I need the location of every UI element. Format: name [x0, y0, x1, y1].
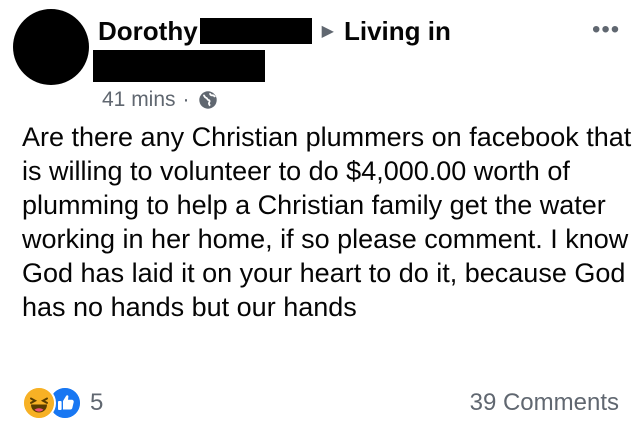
avatar[interactable] [13, 9, 89, 85]
arrow-right-icon: ▶ [321, 23, 334, 40]
author-name[interactable]: Dorothy [98, 14, 198, 48]
comments-count-link[interactable]: 39 Comments [470, 386, 619, 420]
reaction-count: 5 [90, 389, 104, 416]
more-options-icon[interactable]: ••• [592, 16, 620, 44]
redacted-group-name [93, 50, 265, 82]
redacted-surname [199, 18, 312, 44]
post-body-text: Are there any Christian plummers on face… [22, 122, 632, 322]
haha-icon [22, 386, 56, 420]
meta-separator: · [182, 88, 190, 111]
post-header: Dorothy ▶ Living in [98, 14, 451, 48]
post-timestamp[interactable]: 41 mins [102, 88, 176, 112]
post-meta: 41 mins · [102, 86, 219, 114]
reactions-summary[interactable]: 5 [22, 386, 103, 420]
group-name[interactable]: Living in [344, 14, 451, 48]
globe-icon[interactable] [197, 89, 219, 111]
